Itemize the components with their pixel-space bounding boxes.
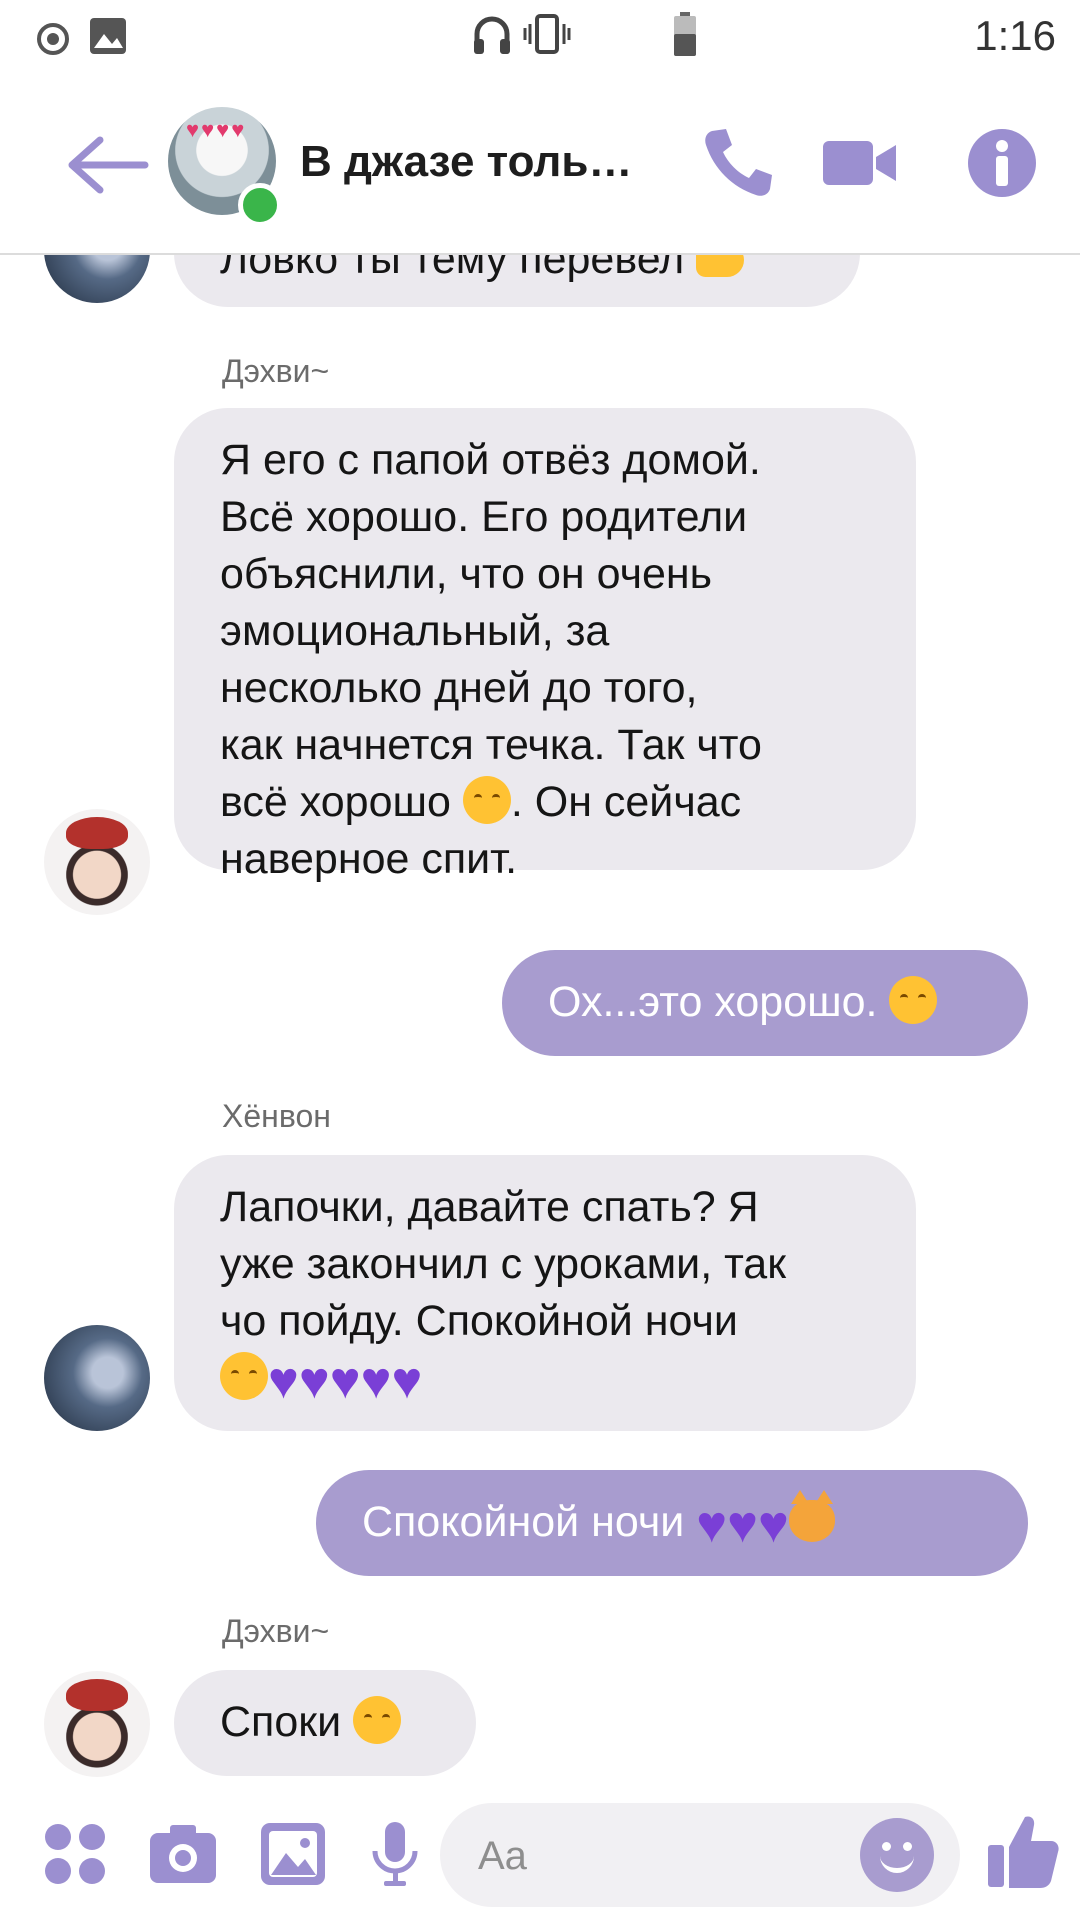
message-text: Ловко ты тему перевел	[220, 253, 685, 283]
message-line: несколько дней до того,	[220, 664, 698, 712]
chat-title[interactable]: В джазе толь…	[300, 137, 632, 187]
purple-heart-emoji: ♥	[268, 1352, 299, 1410]
emoji-line: ♥♥♥♥♥	[220, 1350, 786, 1407]
phone-call-icon[interactable]	[698, 123, 778, 203]
purple-heart-emoji: ♥	[360, 1352, 392, 1410]
message-line: наверное спит.	[220, 835, 518, 883]
sender-name: Хёнвон	[222, 1098, 331, 1134]
message-bubble-incoming[interactable]: Ловко ты тему перевел	[174, 253, 860, 307]
message-line: Я его с папой отвёз домой.	[220, 436, 761, 484]
headphones-icon	[474, 16, 510, 54]
purple-heart-emoji: ♥	[329, 1352, 361, 1410]
message-line: чо пойду. Спокойной ночи	[220, 1297, 738, 1345]
kissing-face-emoji	[462, 776, 511, 824]
video-call-icon[interactable]	[820, 123, 900, 203]
vibrate-icon	[523, 14, 571, 54]
message-bubble-incoming[interactable]: Я его с папой отвёз домой. Всё хорошо. Е…	[174, 408, 916, 883]
message-bubble-incoming[interactable]: Споки	[174, 1670, 476, 1776]
message-line: всё хорошо . Он сейчас	[220, 776, 742, 826]
status-bar: 1:16	[0, 0, 1080, 75]
purple-heart-emoji: ♥	[727, 1496, 758, 1554]
purple-heart-emoji: ♥	[696, 1496, 728, 1554]
message-line: Всё хорошо. Его родители	[220, 493, 748, 541]
message-bubble-outgoing[interactable]: Ох...это хорошо.	[502, 950, 1028, 1056]
back-arrow-icon[interactable]	[60, 130, 155, 200]
message-input[interactable]	[476, 1803, 840, 1909]
message-line: как начнется течка. Так что	[220, 721, 762, 769]
sender-name: Дэхви~	[222, 353, 330, 389]
message-bubble-incoming[interactable]: Лапочки, давайте спать? Я уже закончил с…	[174, 1155, 916, 1431]
sender-avatar[interactable]	[44, 1671, 150, 1777]
pointing-hand-emoji	[696, 253, 745, 277]
purple-heart-emoji: ♥	[757, 1496, 789, 1554]
smiling-face-emoji	[889, 976, 938, 1024]
record-icon	[37, 23, 69, 55]
thumbs-up-icon[interactable]	[985, 1811, 1061, 1891]
chat-header: ♥♥♥♥ В джазе толь…	[0, 75, 1080, 255]
sender-avatar[interactable]	[44, 809, 150, 915]
purple-heart-emoji: ♥	[391, 1352, 423, 1410]
camera-icon[interactable]	[148, 1819, 218, 1889]
battery-icon	[674, 12, 696, 56]
info-icon[interactable]	[962, 123, 1042, 203]
message-text: Ох...это хорошо.	[548, 978, 878, 1026]
image-notification-icon	[90, 18, 126, 54]
sender-avatar[interactable]	[44, 253, 150, 303]
message-line: Лапочки, давайте спать? Я	[220, 1183, 759, 1231]
message-input-container[interactable]	[440, 1803, 960, 1909]
sender-name: Дэхви~	[222, 1613, 330, 1649]
message-line: уже закончил с уроками, так	[220, 1240, 787, 1288]
kissing-cat-emoji	[788, 1490, 835, 1542]
message-line: объяснили, что он очень	[220, 550, 713, 598]
microphone-icon[interactable]	[360, 1819, 430, 1889]
kissing-heart-emoji	[220, 1352, 268, 1400]
message-bubble-outgoing[interactable]: Спокойной ночи ♥♥♥	[316, 1470, 1028, 1576]
avatar-hearts: ♥♥♥♥	[186, 117, 247, 142]
sender-avatar[interactable]	[44, 1325, 150, 1431]
message-text: Спокойной ночи	[362, 1498, 685, 1546]
emoji-picker-icon[interactable]	[860, 1818, 934, 1892]
online-status-indicator	[238, 183, 282, 227]
message-composer	[0, 1795, 1080, 1920]
kissing-heart-emoji	[353, 1696, 402, 1744]
purple-heart-emoji: ♥	[298, 1352, 330, 1410]
message-list[interactable]: Ловко ты тему перевел Дэхви~ Я его с пап…	[0, 253, 1080, 1793]
apps-menu-icon[interactable]	[40, 1819, 110, 1889]
gallery-icon[interactable]	[258, 1819, 328, 1889]
message-text: Споки	[220, 1698, 342, 1746]
message-line: эмоциональный, за	[220, 607, 610, 655]
clock: 1:16	[974, 12, 1056, 59]
